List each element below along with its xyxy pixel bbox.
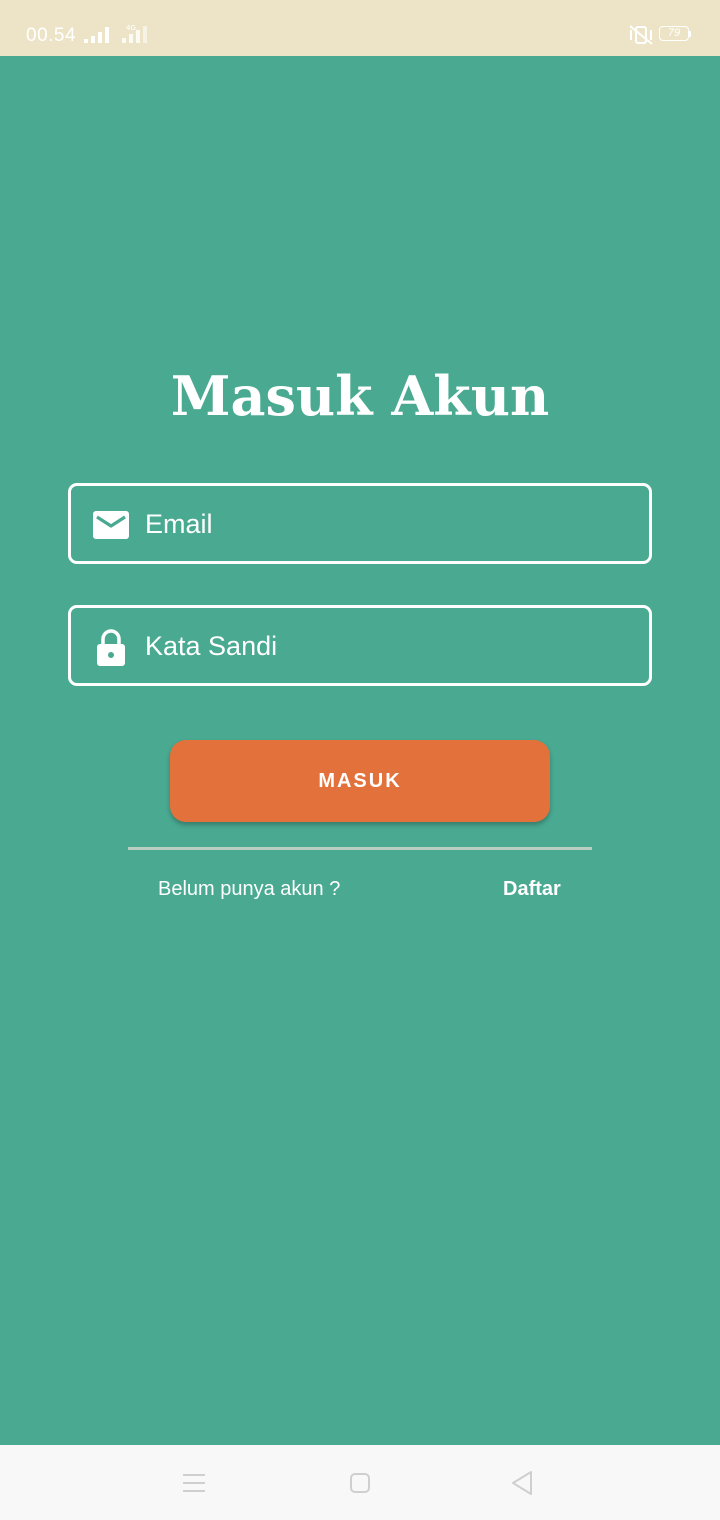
divider [128,847,592,850]
email-field[interactable] [68,483,652,564]
page-title: Masuk Akun [170,364,550,428]
password-input[interactable] [145,620,625,672]
email-input[interactable] [145,498,625,550]
password-field[interactable] [68,605,652,686]
login-button[interactable]: MASUK [170,740,550,822]
signal-icon [84,27,109,43]
svg-text:4G: 4G [126,24,136,32]
register-link[interactable]: Daftar [503,876,561,902]
battery-level: 79 [667,27,681,39]
battery-icon: 79 [659,26,691,43]
email-icon [93,511,129,539]
lock-icon [97,629,125,666]
status-bar: 00.54 4G 79 [0,0,720,56]
navigation-bar [0,1445,720,1520]
signal-4g-icon: 4G [122,24,147,43]
vibrate-off-icon [629,25,653,45]
menu-icon[interactable] [182,1472,206,1494]
status-time: 00.54 [26,25,77,46]
back-icon[interactable] [510,1470,534,1496]
no-account-text: Belum punya akun ? [158,878,341,900]
home-icon[interactable] [349,1472,371,1494]
